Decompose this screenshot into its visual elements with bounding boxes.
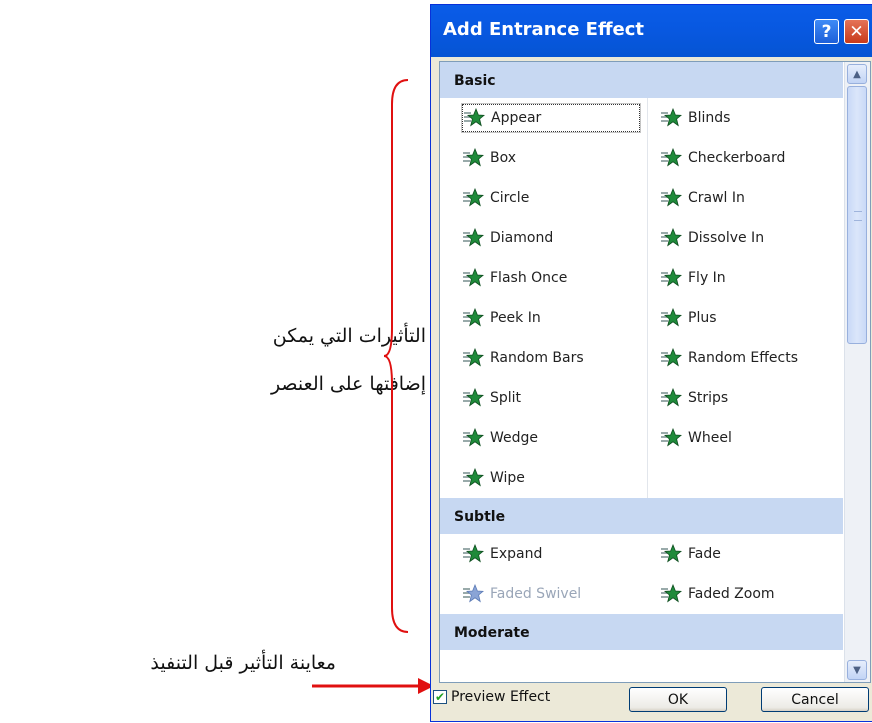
circle-star-icon (462, 188, 484, 208)
effect-label: Appear (491, 110, 542, 126)
column-divider (647, 98, 648, 508)
split-star-icon (462, 388, 484, 408)
scroll-thumb[interactable] (847, 86, 867, 344)
title-bar[interactable]: Add Entrance Effect ? ✕ (431, 5, 872, 57)
effect-label: Wedge (490, 430, 539, 446)
effect-item-strips[interactable]: Strips (660, 384, 838, 412)
effect-label: Peek In (490, 310, 541, 326)
ok-button[interactable]: OK (629, 687, 727, 712)
preview-annotation: معاينة التأثير قبل التنفيذ (150, 652, 336, 674)
effect-label: Faded Swivel (490, 586, 582, 602)
dissolve-star-icon (660, 228, 682, 248)
dialog-footer: ✔ Preview Effect OK Cancel (431, 683, 872, 723)
effect-label: Diamond (490, 230, 554, 246)
faded-swivel-star-icon (462, 584, 484, 604)
effect-item-split[interactable]: Split (462, 384, 640, 412)
effect-item-expand[interactable]: Expand (462, 540, 640, 568)
red-arrow-icon (312, 678, 434, 694)
preview-effect-label[interactable]: Preview Effect (451, 689, 550, 705)
effect-item-peek-in[interactable]: Peek In (462, 304, 640, 332)
effect-label: Split (490, 390, 522, 406)
random-bars-star-icon (462, 348, 484, 368)
effect-item-flash-once[interactable]: Flash Once (462, 264, 640, 292)
effect-label: Circle (490, 190, 530, 206)
preview-effect-checkbox[interactable]: ✔ (433, 690, 447, 704)
vertical-scrollbar[interactable]: ▲ ▼ (844, 62, 870, 682)
effect-item-wheel[interactable]: Wheel (660, 424, 838, 452)
close-icon: ✕ (849, 21, 864, 42)
wedge-star-icon (462, 428, 484, 448)
effect-label: Crawl In (688, 190, 745, 206)
effect-item-plus[interactable]: Plus (660, 304, 838, 332)
effect-item-fade[interactable]: Fade (660, 540, 838, 568)
category-header-moderate: Moderate (440, 614, 843, 650)
effect-item-random-effects[interactable]: Random Effects (660, 344, 838, 372)
wheel-star-icon (660, 428, 682, 448)
checkerboard-star-icon (660, 148, 682, 168)
effect-item-wedge[interactable]: Wedge (462, 424, 640, 452)
effect-label: Wipe (490, 470, 525, 486)
scroll-down-button[interactable]: ▼ (847, 660, 867, 680)
box-star-icon (462, 148, 484, 168)
effect-item-wipe[interactable]: Wipe (462, 464, 640, 492)
effect-item-checkerboard[interactable]: Checkerboard (660, 144, 838, 172)
crawl-in-star-icon (660, 188, 682, 208)
effect-label: Random Bars (490, 350, 584, 366)
effect-item-blinds[interactable]: Blinds (660, 104, 838, 132)
effect-item-faded-swivel[interactable]: Faded Swivel (462, 580, 640, 608)
effect-item-random-bars[interactable]: Random Bars (462, 344, 640, 372)
effect-label: Strips (688, 390, 729, 406)
flash-star-icon (462, 268, 484, 288)
effect-label: Blinds (688, 110, 731, 126)
effect-item-crawl-in[interactable]: Crawl In (660, 184, 838, 212)
random-effects-star-icon (660, 348, 682, 368)
effect-label: Random Effects (688, 350, 798, 366)
expand-star-icon (462, 544, 484, 564)
blinds-star-icon (660, 108, 682, 128)
dialog-title: Add Entrance Effect (443, 19, 645, 40)
scroll-grip-icon (854, 211, 862, 221)
help-button[interactable]: ? (814, 19, 839, 44)
effect-item-fly-in[interactable]: Fly In (660, 264, 838, 292)
effect-label: Fade (688, 546, 721, 562)
effect-label: Box (490, 150, 517, 166)
effect-item-box[interactable]: Box (462, 144, 640, 172)
fly-in-star-icon (660, 268, 682, 288)
help-icon: ? (821, 21, 832, 42)
category-header-subtle: Subtle (440, 498, 843, 534)
close-button[interactable]: ✕ (844, 19, 869, 44)
peek-in-star-icon (462, 308, 484, 328)
effect-item-appear[interactable]: Appear (461, 103, 641, 133)
effect-label: Fly In (688, 270, 726, 286)
curly-bracket (384, 79, 409, 633)
faded-zoom-star-icon (660, 584, 682, 604)
appear-star-icon (463, 108, 485, 128)
plus-star-icon (660, 308, 682, 328)
strips-star-icon (660, 388, 682, 408)
effect-item-diamond[interactable]: Diamond (462, 224, 640, 252)
effect-label: Expand (490, 546, 543, 562)
effects-list[interactable]: ▲ ▼ Basic Appear Blinds Box Checkerboard Circ… (439, 61, 871, 683)
diamond-star-icon (462, 228, 484, 248)
category-header-basic: Basic (440, 62, 843, 98)
add-entrance-effect-dialog: Add Entrance Effect ? ✕ ▲ ▼ Basic Appear B… (430, 4, 872, 722)
cancel-button[interactable]: Cancel (761, 687, 869, 712)
effect-label: Dissolve In (688, 230, 765, 246)
effect-item-circle[interactable]: Circle (462, 184, 640, 212)
effect-item-faded-zoom[interactable]: Faded Zoom (660, 580, 838, 608)
effect-item-dissolve-in[interactable]: Dissolve In (660, 224, 838, 252)
scroll-up-button[interactable]: ▲ (847, 64, 867, 84)
wipe-star-icon (462, 468, 484, 488)
effect-label: Flash Once (490, 270, 568, 286)
fade-star-icon (660, 544, 682, 564)
effect-label: Wheel (688, 430, 732, 446)
effect-label: Faded Zoom (688, 586, 775, 602)
effect-label: Checkerboard (688, 150, 786, 166)
effect-label: Plus (688, 310, 717, 326)
checkmark-icon: ✔ (434, 690, 446, 704)
